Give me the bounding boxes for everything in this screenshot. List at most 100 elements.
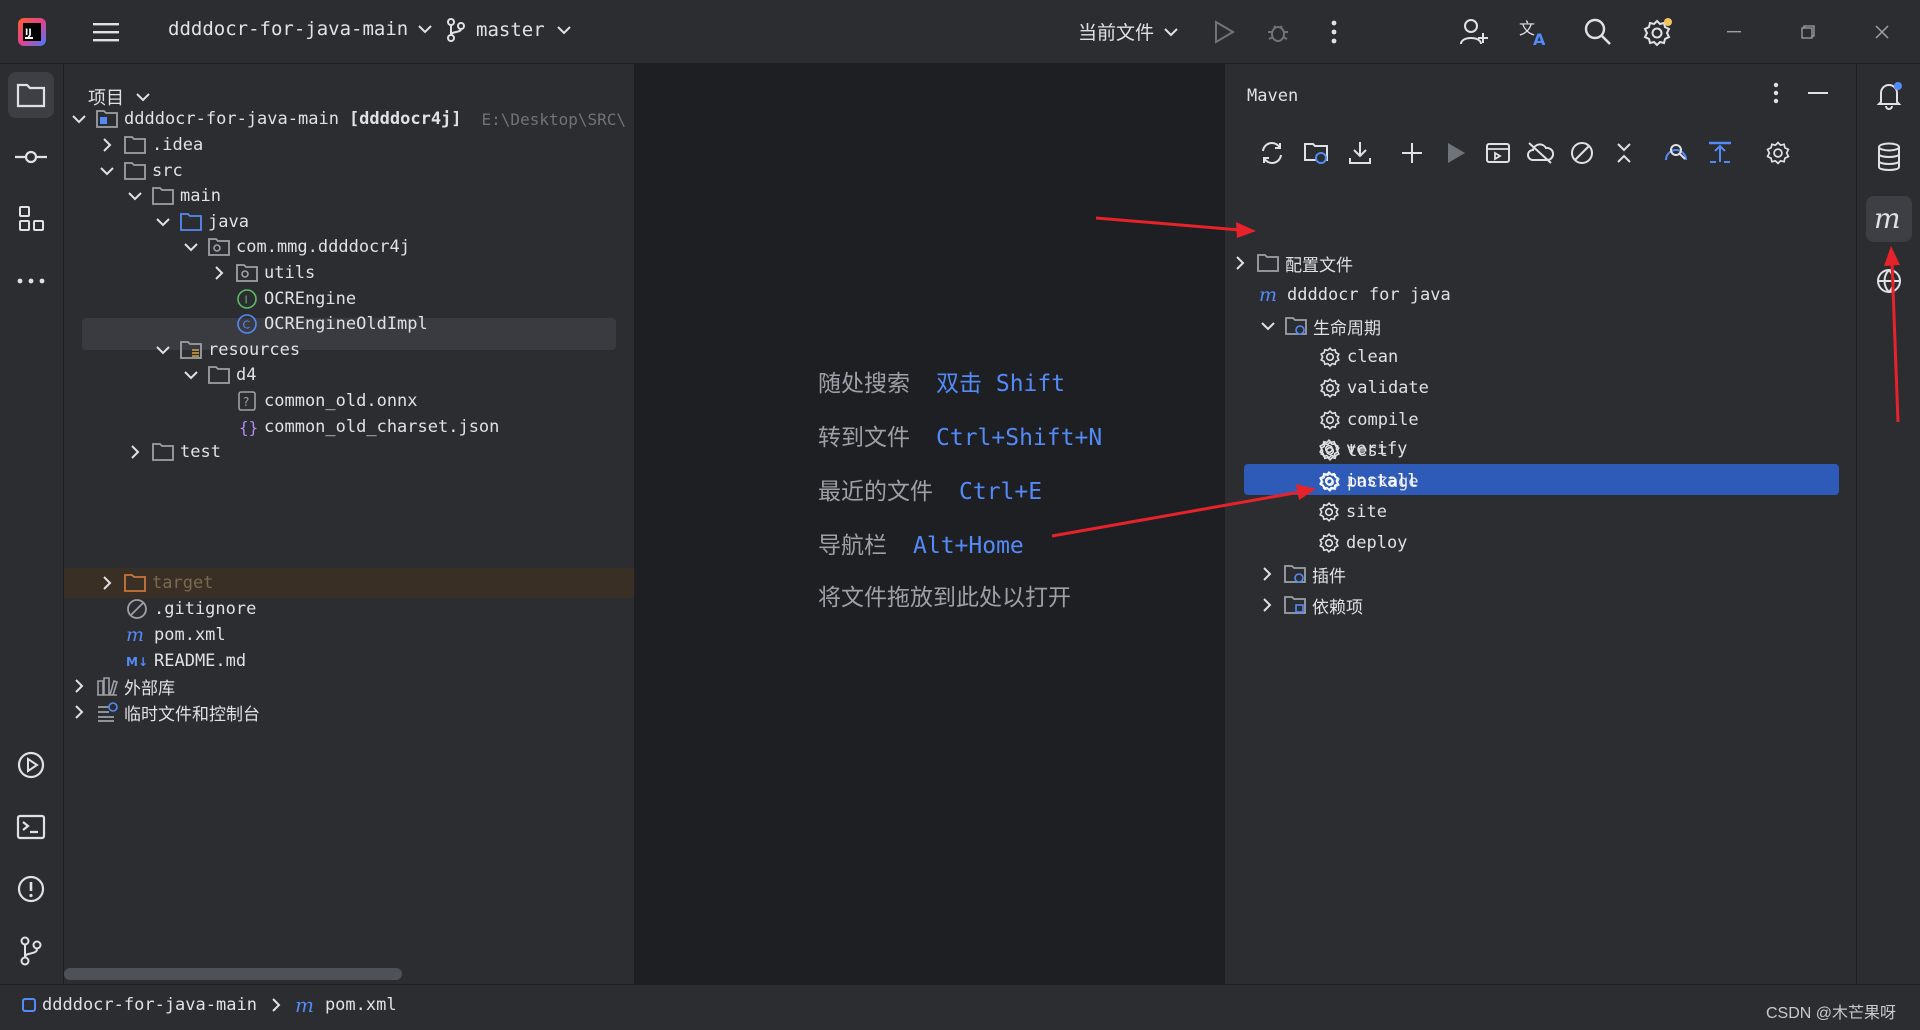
intellij-logo-icon[interactable]: IJ bbox=[14, 14, 50, 50]
breadcrumb-file[interactable]: pom.xml bbox=[325, 995, 397, 1015]
gear-icon bbox=[1320, 410, 1340, 430]
reload-folder-button[interactable] bbox=[1301, 138, 1331, 168]
main-menu-icon[interactable] bbox=[88, 14, 124, 50]
notifications-button[interactable] bbox=[1866, 72, 1912, 118]
plus-icon bbox=[1402, 143, 1422, 163]
maven-options-button[interactable] bbox=[1761, 78, 1791, 108]
database-tool-button[interactable] bbox=[1866, 134, 1912, 180]
restore-icon bbox=[1801, 25, 1815, 39]
maven-goal-compile[interactable]: compile bbox=[1319, 405, 1419, 435]
tree-node-json-file[interactable]: {} common_old_charset.json bbox=[236, 412, 499, 442]
more-tools-button[interactable] bbox=[8, 258, 54, 304]
problems-tool-button[interactable] bbox=[8, 866, 54, 912]
chevron-right-icon bbox=[272, 998, 281, 1012]
svg-text:m: m bbox=[1874, 204, 1901, 234]
tree-node-test[interactable]: test bbox=[126, 437, 221, 467]
module-folder-icon bbox=[96, 110, 118, 128]
run-icon bbox=[1448, 143, 1465, 163]
database-icon bbox=[1878, 142, 1900, 171]
horizontal-scrollbar[interactable] bbox=[64, 968, 402, 980]
branch-name: master bbox=[476, 19, 545, 41]
bug-icon bbox=[1268, 25, 1288, 42]
git-tool-button[interactable] bbox=[8, 928, 54, 974]
maven-tool-button[interactable]: m bbox=[1866, 196, 1912, 242]
offline-mode-button[interactable] bbox=[1525, 138, 1555, 168]
maven-node-project[interactable]: m ddddocr for java bbox=[1259, 280, 1451, 310]
download-icon bbox=[1349, 142, 1371, 164]
maven-node-dependencies[interactable]: 依赖项 bbox=[1258, 590, 1363, 620]
chevron-right-icon bbox=[215, 266, 224, 280]
gear-icon bbox=[1320, 347, 1340, 367]
services-icon bbox=[17, 751, 45, 779]
cloud-off-icon bbox=[1527, 142, 1554, 164]
tree-node-scratches[interactable]: 临时文件和控制台 bbox=[70, 697, 260, 727]
maven-goal-deploy[interactable]: deploy bbox=[1318, 528, 1407, 558]
endpoints-tool-button[interactable] bbox=[1866, 258, 1912, 304]
reload-button[interactable] bbox=[1257, 138, 1287, 168]
skip-icon bbox=[1571, 142, 1593, 164]
close-button[interactable] bbox=[1864, 14, 1900, 50]
chevron-down-icon bbox=[136, 93, 150, 102]
csdn-watermark: CSDN @木芒果呀 bbox=[1766, 1005, 1897, 1022]
branch-selector[interactable]: master bbox=[446, 18, 571, 42]
minimize-icon bbox=[1727, 31, 1741, 33]
add-project-button[interactable] bbox=[1397, 138, 1427, 168]
maven-hide-button[interactable] bbox=[1803, 78, 1833, 108]
execute-goal-button[interactable] bbox=[1483, 138, 1513, 168]
maven-node-lifecycle[interactable]: 生命周期 bbox=[1259, 311, 1381, 341]
debug-button[interactable] bbox=[1260, 14, 1296, 50]
project-selector[interactable]: ddddocr-for-java-main bbox=[168, 18, 432, 40]
add-account-button[interactable] bbox=[1454, 12, 1494, 52]
gear-icon bbox=[1320, 378, 1340, 398]
status-bar: ddddocr-for-java-main m pom.xml CSDN @木芒… bbox=[0, 984, 1920, 1030]
settings-button[interactable] bbox=[1638, 12, 1678, 52]
download-sources-button[interactable] bbox=[1345, 138, 1375, 168]
interface-icon: I bbox=[237, 289, 257, 309]
svg-text:m: m bbox=[295, 995, 314, 1015]
skip-tests-button[interactable] bbox=[1567, 138, 1597, 168]
json-file-icon: {} bbox=[239, 418, 258, 437]
project-tool-button[interactable] bbox=[8, 72, 54, 118]
maven-node-plugins[interactable]: 插件 bbox=[1258, 559, 1346, 589]
hint-navigation-bar: 导航栏 Alt+Home bbox=[818, 533, 1024, 559]
build-tool-settings-button[interactable] bbox=[1763, 138, 1793, 168]
dependencies-folder-icon bbox=[1284, 596, 1306, 614]
toggle-profiles-button[interactable] bbox=[1705, 138, 1735, 168]
run-maven-build-button[interactable] bbox=[1441, 138, 1471, 168]
restore-button[interactable] bbox=[1790, 14, 1826, 50]
show-dependencies-button[interactable] bbox=[1661, 138, 1691, 168]
translate-button[interactable]: 文A bbox=[1514, 12, 1554, 52]
chevron-down-icon bbox=[156, 218, 170, 227]
maven-goal-clean[interactable]: clean bbox=[1319, 342, 1398, 372]
svg-text:M↓: M↓ bbox=[126, 655, 148, 669]
breadcrumb-project[interactable]: ddddocr-for-java-main bbox=[42, 995, 257, 1015]
search-icon bbox=[1584, 18, 1611, 45]
more-actions-button[interactable] bbox=[1316, 14, 1352, 50]
structure-tool-button[interactable] bbox=[8, 196, 54, 242]
svg-text:C: C bbox=[243, 319, 251, 332]
minimize-button[interactable] bbox=[1716, 14, 1752, 50]
commit-tool-button[interactable] bbox=[8, 134, 54, 180]
search-button[interactable] bbox=[1578, 12, 1618, 52]
svg-text:m: m bbox=[126, 624, 144, 646]
lifecycle-folder-icon bbox=[1285, 317, 1307, 335]
services-tool-button[interactable] bbox=[8, 742, 54, 788]
maven-goal-verify[interactable]: verify bbox=[1318, 434, 1407, 464]
maven-goal-site[interactable]: site bbox=[1318, 497, 1387, 527]
folder-icon bbox=[208, 366, 230, 384]
maven-goal-validate[interactable]: validate bbox=[1319, 373, 1429, 403]
excluded-folder-icon bbox=[124, 574, 146, 592]
maven-node-profiles[interactable]: 配置文件 bbox=[1231, 248, 1353, 278]
resources-folder-icon bbox=[180, 341, 202, 359]
class-icon: C bbox=[237, 314, 257, 334]
run-icon bbox=[1215, 20, 1235, 44]
maven-icon: m bbox=[1874, 204, 1901, 234]
collapse-all-button[interactable] bbox=[1609, 138, 1639, 168]
run-button[interactable] bbox=[1206, 14, 1242, 50]
maven-panel-title: Maven bbox=[1247, 86, 1299, 106]
run-config-selector[interactable]: 当前文件 bbox=[1078, 18, 1178, 45]
package-icon bbox=[236, 264, 258, 282]
maven-goal-install[interactable]: install bbox=[1318, 466, 1418, 496]
commit-icon bbox=[15, 150, 47, 164]
terminal-tool-button[interactable] bbox=[8, 804, 54, 850]
